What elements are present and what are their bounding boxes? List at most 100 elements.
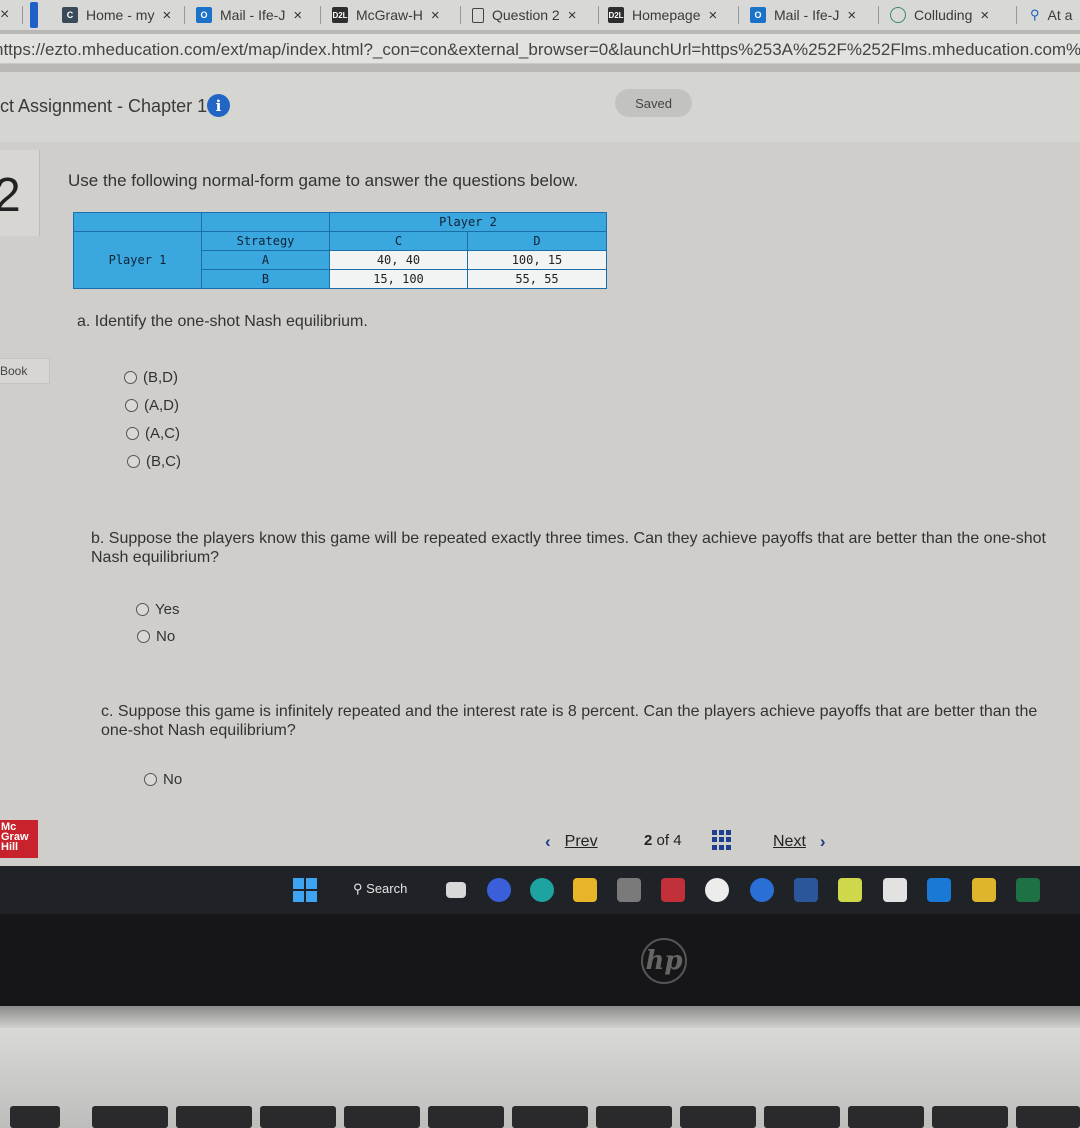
tab-question-2[interactable]: Question 2 × <box>472 2 592 28</box>
tab-colluding[interactable]: Colluding × <box>890 2 1008 28</box>
logo-line: Hill <box>1 841 19 853</box>
tab-mail-2[interactable]: O Mail - Ife-J × <box>750 2 868 28</box>
tab-label: Home - my <box>86 7 155 23</box>
tab-separator <box>184 6 185 24</box>
word-icon[interactable] <box>794 878 818 902</box>
teams-meet-icon[interactable] <box>487 878 511 902</box>
close-icon[interactable]: × <box>980 7 989 24</box>
tab-mcgraw[interactable]: D2L McGraw-H × <box>332 2 450 28</box>
option-ad[interactable]: (A,D) <box>125 397 179 414</box>
option-bd[interactable]: (B,D) <box>124 369 178 386</box>
option-no[interactable]: No <box>137 628 175 645</box>
radio-button[interactable] <box>125 399 138 412</box>
chatgpt-icon[interactable] <box>705 878 729 902</box>
search-icon: ⚲ <box>1030 7 1040 22</box>
mcgraw-hill-logo: Mc Graw Hill <box>0 820 38 858</box>
notes-icon[interactable] <box>838 878 862 902</box>
tab-label: Mail - Ife-J <box>220 7 286 23</box>
url-text[interactable]: https://ezto.mheducation.com/ext/map/ind… <box>0 40 1080 59</box>
d2l-icon: D2L <box>608 7 624 23</box>
keyboard-key <box>344 1106 420 1128</box>
option-bc[interactable]: (B,C) <box>127 453 181 470</box>
laptop-hinge <box>0 1006 1080 1028</box>
info-icon[interactable]: i <box>207 94 230 117</box>
tab-homepage[interactable]: D2L Homepage × <box>608 2 732 28</box>
radio-button[interactable] <box>144 773 157 786</box>
part-c-text: c. Suppose this game is infinitely repea… <box>101 703 1038 739</box>
tab-separator <box>878 6 879 24</box>
payoff-cell-bc: 15, 100 <box>329 269 468 289</box>
radio-button[interactable] <box>124 371 137 384</box>
player2-header: Player 2 <box>329 212 607 232</box>
radio-button[interactable] <box>127 455 140 468</box>
chevron-right-icon: › <box>819 832 826 851</box>
prev-button[interactable]: ‹ Prev <box>545 832 598 852</box>
keyboard-key <box>176 1106 252 1128</box>
ebook-label: Book <box>0 364 28 378</box>
radio-button[interactable] <box>137 630 150 643</box>
close-icon[interactable]: × <box>0 6 9 24</box>
ebook-button[interactable]: Book <box>0 358 50 384</box>
tab-separator <box>598 6 599 24</box>
task-view-icon[interactable] <box>446 882 466 898</box>
keyboard-key <box>512 1106 588 1128</box>
messenger-icon[interactable] <box>750 878 774 902</box>
next-button[interactable]: Next › <box>773 832 826 852</box>
sticky-icon[interactable] <box>972 878 996 902</box>
tab-home[interactable]: C Home - my × <box>62 2 180 28</box>
question-number-box: 2 <box>0 150 40 236</box>
taskbar-search-button[interactable]: ⚲ Search <box>353 881 407 897</box>
close-icon[interactable]: × <box>162 7 171 24</box>
keyboard-key <box>680 1106 756 1128</box>
mcafee-icon[interactable] <box>661 878 685 902</box>
file-explorer-icon[interactable] <box>573 878 597 902</box>
settings-icon[interactable] <box>927 878 951 902</box>
tab-pin[interactable] <box>30 2 38 28</box>
radio-button[interactable] <box>126 427 139 440</box>
tab-separator <box>460 6 461 24</box>
windows-start-icon[interactable] <box>293 878 317 902</box>
outlook-icon: O <box>196 7 212 23</box>
keyboard-key <box>260 1106 336 1128</box>
close-icon[interactable]: × <box>709 7 718 24</box>
excel-icon[interactable] <box>1016 878 1040 902</box>
prev-label[interactable]: Prev <box>565 833 598 851</box>
acrobat-icon[interactable] <box>883 878 907 902</box>
part-a-text: a. Identify the one-shot Nash equilibriu… <box>77 313 368 330</box>
close-icon[interactable]: × <box>293 7 302 24</box>
search-icon: ⚲ <box>353 881 363 896</box>
tab-close-button[interactable]: × <box>0 2 18 28</box>
tab-search[interactable]: ⚲ At a <box>1030 2 1080 28</box>
option-no[interactable]: No <box>144 771 182 788</box>
taskbar-search-label: Search <box>366 881 408 896</box>
next-label[interactable]: Next <box>773 833 806 851</box>
tab-separator <box>320 6 321 24</box>
page-current: 2 <box>644 832 653 849</box>
option-ac[interactable]: (A,C) <box>126 425 180 442</box>
close-icon[interactable]: × <box>431 7 440 24</box>
table-corner-cell <box>73 212 202 232</box>
payoff-cell-bd: 55, 55 <box>467 269 607 289</box>
option-label: Yes <box>155 601 180 618</box>
option-label: (B,D) <box>143 369 178 386</box>
tab-separator <box>1016 6 1017 24</box>
keyboard-key <box>1016 1106 1080 1128</box>
option-yes[interactable]: Yes <box>136 601 179 618</box>
grid-icon[interactable] <box>712 830 732 850</box>
store-icon[interactable] <box>617 878 641 902</box>
close-icon[interactable]: × <box>568 7 577 24</box>
saved-status-badge: Saved <box>615 89 692 117</box>
tab-label: At a <box>1047 7 1073 23</box>
close-icon[interactable]: × <box>847 7 856 24</box>
outlook-icon: O <box>750 7 766 23</box>
address-bar[interactable]: https://ezto.mheducation.com/ext/map/ind… <box>0 34 1080 64</box>
radio-button[interactable] <box>136 603 149 616</box>
question-number: 2 <box>0 169 21 222</box>
edge-icon[interactable] <box>530 878 554 902</box>
browser-tab-bar: × C Home - my × O Mail - Ife-J × D2L McG… <box>0 0 1080 30</box>
keyboard-key <box>932 1106 1008 1128</box>
keyboard-deck <box>0 1028 1080 1128</box>
tab-mail-1[interactable]: O Mail - Ife-J × <box>196 2 314 28</box>
option-label: (A,C) <box>145 425 180 442</box>
tab-label: Mail - Ife-J <box>774 7 840 23</box>
